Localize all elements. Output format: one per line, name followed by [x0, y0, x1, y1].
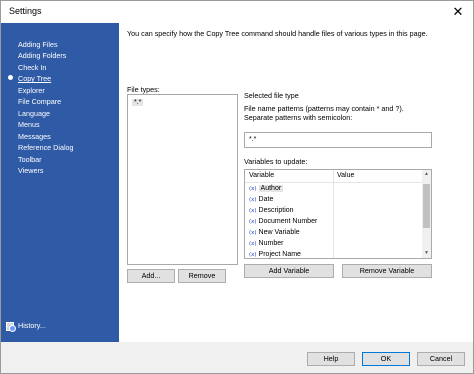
variable-row[interactable]: (x) Description	[249, 207, 294, 214]
column-header-variable[interactable]: Variable	[249, 172, 274, 179]
page-description: You can specify how the Copy Tree comman…	[127, 29, 428, 38]
sidebar-item-file-compare[interactable]: File Compare	[18, 97, 61, 106]
sidebar-item-reference-dialog[interactable]: Reference Dialog	[18, 143, 74, 152]
variable-icon: (x)	[249, 207, 257, 214]
close-icon[interactable]: ✕	[449, 3, 467, 21]
patterns-input[interactable]: *.*	[244, 132, 432, 148]
variable-row[interactable]: (x) New Variable	[249, 229, 300, 236]
scroll-up-icon[interactable]: ▲	[422, 170, 431, 179]
ok-button[interactable]: OK	[362, 352, 410, 366]
add-variable-button[interactable]: Add Variable	[244, 264, 334, 278]
variable-name: Date	[258, 196, 274, 203]
sidebar-item-menus[interactable]: Menus	[18, 120, 40, 129]
file-types-label: File types:	[127, 85, 160, 94]
patterns-value: *.*	[249, 136, 257, 143]
variables-table-header: Variable Value	[245, 170, 425, 183]
history-link[interactable]: History...	[6, 321, 46, 332]
sidebar-item-adding-files[interactable]: Adding Files	[18, 40, 58, 49]
window-title: Settings	[9, 6, 42, 16]
selected-bullet-icon	[8, 75, 13, 80]
sidebar-item-copy-tree[interactable]: Copy Tree	[18, 74, 51, 83]
variable-icon: (x)	[249, 185, 257, 192]
variable-name: New Variable	[258, 229, 300, 236]
variables-scrollbar[interactable]: ▲ ▼	[422, 170, 431, 258]
variable-row[interactable]: (x) Author	[249, 185, 284, 192]
sidebar: Adding Files Adding Folders Check In Cop…	[1, 23, 119, 342]
column-divider	[333, 170, 334, 258]
sidebar-item-language[interactable]: Language	[18, 109, 50, 118]
variables-label: Variables to update:	[244, 157, 308, 166]
selected-file-type-label: Selected file type	[244, 91, 299, 100]
patterns-help-line1: File name patterns (patterns may contain…	[244, 104, 404, 113]
variable-name: Number	[258, 240, 284, 247]
variable-icon: (x)	[249, 229, 257, 236]
variable-row[interactable]: (x) Date	[249, 196, 273, 203]
cancel-button[interactable]: Cancel	[417, 352, 465, 366]
dialog-footer: Help OK Cancel	[1, 342, 473, 373]
variables-table[interactable]: Variable Value (x) Author (x) Date (x) Desc…	[244, 169, 432, 259]
remove-file-type-button[interactable]: Remove	[178, 269, 226, 283]
scroll-thumb[interactable]	[423, 184, 430, 228]
history-label: History...	[18, 321, 46, 330]
variable-name: Document Number	[258, 218, 318, 225]
scroll-down-icon[interactable]: ▼	[422, 249, 431, 258]
remove-variable-button[interactable]: Remove Variable	[342, 264, 432, 278]
patterns-help-line2: Separate patterns with semicolon:	[244, 113, 353, 122]
variable-icon: (x)	[249, 240, 257, 247]
variable-row[interactable]: (x) Project Name	[249, 251, 301, 258]
variable-icon: (x)	[249, 251, 257, 258]
variable-row[interactable]: (x) Number	[249, 240, 283, 247]
settings-window: Settings ✕ Adding Files Adding Folders C…	[0, 0, 474, 374]
variable-row[interactable]: (x) Document Number	[249, 218, 317, 225]
variable-name: Description	[258, 207, 294, 214]
variable-name: Author	[258, 185, 284, 192]
sidebar-item-messages[interactable]: Messages	[18, 132, 51, 141]
help-button[interactable]: Help	[307, 352, 355, 366]
title-bar: Settings ✕	[1, 1, 473, 23]
variable-icon: (x)	[249, 218, 257, 225]
file-type-item[interactable]: *.*	[132, 99, 144, 106]
sidebar-item-toolbar[interactable]: Toolbar	[18, 155, 42, 164]
file-types-list[interactable]: *.*	[127, 94, 238, 265]
add-file-type-button[interactable]: Add...	[127, 269, 175, 283]
history-icon	[6, 321, 16, 332]
column-header-value[interactable]: Value	[337, 172, 354, 179]
variable-name: Project Name	[258, 251, 301, 258]
sidebar-item-check-in[interactable]: Check In	[18, 63, 46, 72]
sidebar-item-adding-folders[interactable]: Adding Folders	[18, 51, 66, 60]
variable-icon: (x)	[249, 196, 257, 203]
sidebar-item-explorer[interactable]: Explorer	[18, 86, 45, 95]
sidebar-item-viewers[interactable]: Viewers	[18, 166, 43, 175]
